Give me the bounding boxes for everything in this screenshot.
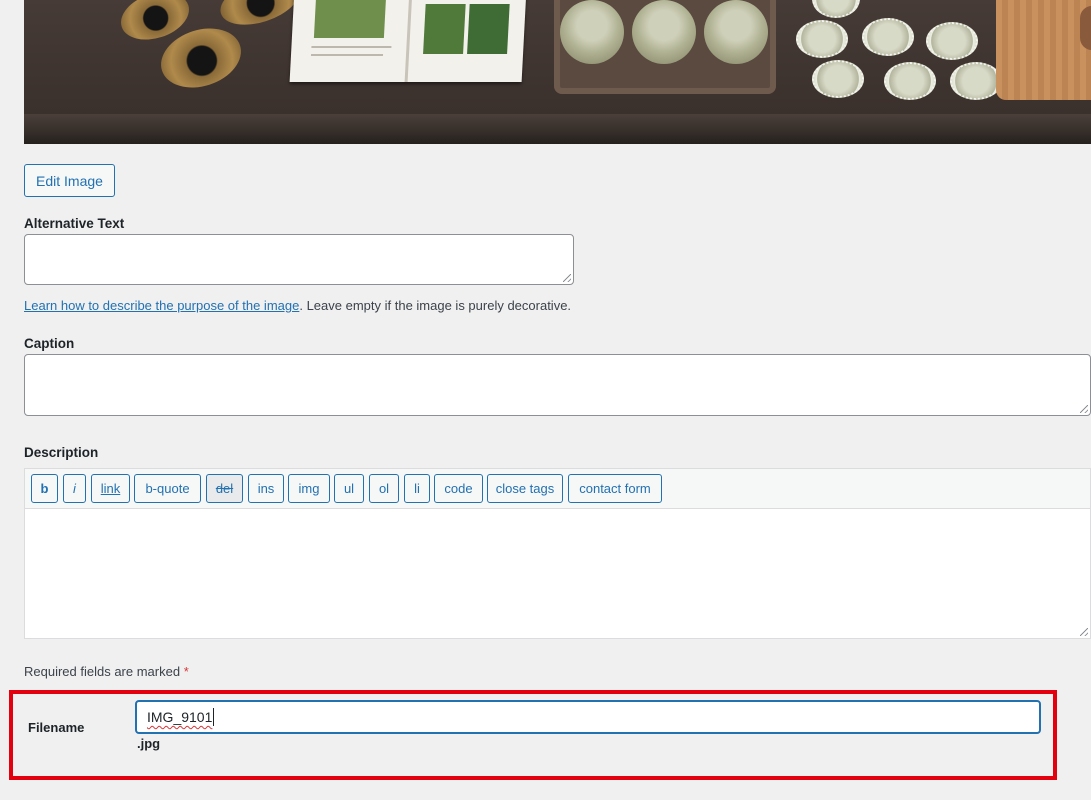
filename-label: Filename [28, 720, 85, 735]
quicktag-ul-button[interactable]: ul [334, 474, 364, 503]
resize-handle-icon[interactable] [1080, 628, 1088, 636]
quicktag-italic-button[interactable]: i [63, 474, 86, 503]
alt-text-textarea[interactable] [24, 234, 574, 285]
quicktag-del-button[interactable]: del [206, 474, 243, 503]
image-preview [24, 0, 1091, 144]
required-star: * [183, 664, 189, 679]
alt-text-help-link[interactable]: Learn how to describe the purpose of the… [24, 298, 299, 313]
quicktag-blockquote-button[interactable]: b-quote [134, 474, 201, 503]
caption-textarea[interactable] [24, 354, 1091, 416]
alt-text-help: Learn how to describe the purpose of the… [24, 298, 571, 313]
quicktag-close-tags-button[interactable]: close tags [487, 474, 563, 503]
resize-handle-icon[interactable] [1080, 405, 1088, 413]
quicktag-ol-button[interactable]: ol [369, 474, 399, 503]
quicktag-bold-button[interactable]: b [31, 474, 58, 503]
quicktag-ins-button[interactable]: ins [248, 474, 284, 503]
description-textarea[interactable] [24, 508, 1091, 639]
quicktag-li-button[interactable]: li [404, 474, 430, 503]
caption-label: Caption [24, 336, 75, 351]
required-fields-note: Required fields are marked * [24, 664, 189, 679]
quicktag-img-button[interactable]: img [288, 474, 330, 503]
quicktag-link-button[interactable]: link [91, 474, 130, 503]
edit-image-button[interactable]: Edit Image [24, 164, 115, 197]
resize-handle-icon[interactable] [563, 274, 571, 282]
text-caret [213, 708, 215, 726]
filename-extension: .jpg [137, 736, 161, 751]
quicktag-contact-form-button[interactable]: contact form [568, 474, 662, 503]
filename-value: IMG_9101 [147, 709, 213, 725]
filename-input[interactable]: IMG_9101 [135, 700, 1041, 734]
quicktag-code-button[interactable]: code [434, 474, 483, 503]
required-fields-text: Required fields are marked [24, 664, 184, 679]
attachment-details-panel: Edit Image Alternative Text Learn how to… [0, 0, 1091, 800]
alt-text-label: Alternative Text [24, 216, 125, 231]
description-label: Description [24, 445, 99, 460]
alt-text-help-rest: . Leave empty if the image is purely dec… [299, 298, 572, 313]
